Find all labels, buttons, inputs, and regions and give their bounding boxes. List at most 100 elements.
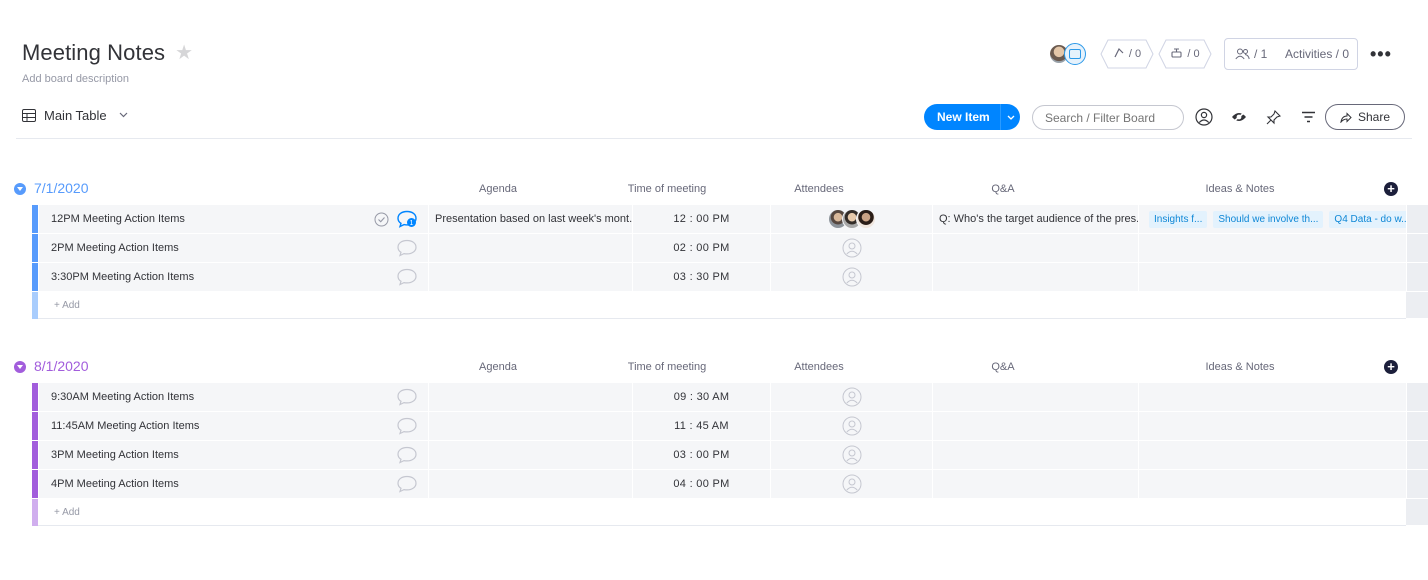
add-item-label[interactable]: + Add xyxy=(54,300,80,311)
column-header-qa[interactable]: Q&A xyxy=(900,361,1106,373)
new-item-button[interactable]: New Item xyxy=(924,104,1020,130)
search-input[interactable] xyxy=(1032,105,1184,130)
more-options-icon[interactable]: ••• xyxy=(1370,45,1392,63)
column-header-time[interactable]: Time of meeting xyxy=(598,361,736,373)
group-title[interactable]: 8/1/2020 xyxy=(34,358,89,374)
time-cell[interactable]: 03 : 00 PM xyxy=(632,441,770,469)
attendees-cell[interactable] xyxy=(770,383,932,411)
agenda-cell[interactable] xyxy=(428,412,632,440)
integrations-button[interactable]: / 0 xyxy=(1158,39,1212,69)
item-name[interactable]: 3:30PM Meeting Action Items xyxy=(38,263,428,291)
qa-cell[interactable] xyxy=(932,470,1138,498)
updates-bubble-icon[interactable] xyxy=(396,475,418,493)
table-row[interactable]: 4PM Meeting Action Items 04 : 00 PM xyxy=(32,470,1428,499)
item-name[interactable]: 12PM Meeting Action Items xyxy=(38,205,428,233)
eye-icon[interactable] xyxy=(1229,107,1249,127)
table-row[interactable]: 3PM Meeting Action Items 03 : 00 PM xyxy=(32,441,1428,470)
ideas-cell[interactable] xyxy=(1138,383,1406,411)
item-name[interactable]: 3PM Meeting Action Items xyxy=(38,441,428,469)
ideas-cell[interactable] xyxy=(1138,412,1406,440)
time-cell[interactable]: 12 : 00 PM xyxy=(632,205,770,233)
column-header-ideas[interactable]: Ideas & Notes xyxy=(1106,183,1374,195)
add-item-label[interactable]: + Add xyxy=(54,507,80,518)
qa-cell[interactable] xyxy=(932,383,1138,411)
add-column-icon[interactable]: + xyxy=(1384,360,1398,374)
updates-bubble-icon[interactable] xyxy=(396,239,418,257)
attendees-cell[interactable] xyxy=(770,234,932,262)
attendees-cell[interactable] xyxy=(770,412,932,440)
updates-bubble-icon[interactable] xyxy=(396,417,418,435)
item-name[interactable]: 4PM Meeting Action Items xyxy=(38,470,428,498)
qa-cell[interactable] xyxy=(932,234,1138,262)
item-name[interactable]: 11:45AM Meeting Action Items xyxy=(38,412,428,440)
share-button[interactable]: Share xyxy=(1325,104,1405,130)
table-row[interactable]: 11:45AM Meeting Action Items 11 : 45 AM xyxy=(32,412,1428,441)
board-members-avatars[interactable] xyxy=(1048,43,1092,67)
board-description[interactable]: Add board description xyxy=(22,73,129,85)
agenda-cell[interactable] xyxy=(428,383,632,411)
board-title[interactable]: Meeting Notes xyxy=(22,40,165,66)
ideas-cell[interactable] xyxy=(1138,263,1406,291)
collapse-group-icon[interactable] xyxy=(14,361,26,373)
tag-chip[interactable]: Should we involve th... xyxy=(1213,210,1324,228)
qa-cell[interactable]: Q: Who's the target audience of the pres… xyxy=(932,205,1138,233)
filter-icon[interactable] xyxy=(1298,107,1318,127)
activity-panel-button[interactable]: / 1 Activities / 0 xyxy=(1224,38,1358,70)
automations-button[interactable]: / 0 xyxy=(1100,39,1154,69)
qa-cell[interactable] xyxy=(932,263,1138,291)
attendees-cell[interactable] xyxy=(770,470,932,498)
members-counter[interactable]: / 1 xyxy=(1225,47,1283,61)
time-cell[interactable]: 11 : 45 AM xyxy=(632,412,770,440)
ideas-cell[interactable] xyxy=(1138,470,1406,498)
column-header-ideas[interactable]: Ideas & Notes xyxy=(1106,361,1374,373)
table-row[interactable]: 12PM Meeting Action Items 1 Presentation… xyxy=(32,205,1428,234)
table-row[interactable]: 9:30AM Meeting Action Items 09 : 30 AM xyxy=(32,383,1428,412)
agenda-cell[interactable]: Presentation based on last week's mont..… xyxy=(428,205,632,233)
invite-member-icon[interactable] xyxy=(1064,43,1086,65)
person-filter-icon[interactable] xyxy=(1194,107,1214,127)
group-title[interactable]: 7/1/2020 xyxy=(34,180,89,196)
ideas-cell[interactable]: Insights f... Should we involve th... Q4… xyxy=(1138,205,1406,233)
agenda-cell[interactable] xyxy=(428,470,632,498)
attendees-cell[interactable] xyxy=(770,263,932,291)
ideas-cell[interactable] xyxy=(1138,234,1406,262)
updates-bubble-icon[interactable] xyxy=(396,446,418,464)
column-header-agenda[interactable]: Agenda xyxy=(396,183,600,195)
qa-cell[interactable] xyxy=(932,412,1138,440)
collapse-group-icon[interactable] xyxy=(14,183,26,195)
updates-bubble-icon[interactable]: 1 xyxy=(396,210,418,228)
add-column-icon[interactable]: + xyxy=(1384,182,1398,196)
add-item-row[interactable]: + Add xyxy=(32,292,1428,319)
ideas-cell[interactable] xyxy=(1138,441,1406,469)
check-circle-icon[interactable] xyxy=(374,212,389,227)
agenda-cell[interactable] xyxy=(428,234,632,262)
column-header-attendees[interactable]: Attendees xyxy=(736,183,902,195)
chevron-down-icon[interactable] xyxy=(1001,112,1020,122)
tag-chip[interactable]: Q4 Data - do w... xyxy=(1329,210,1406,228)
favorite-star-icon[interactable]: ★ xyxy=(175,43,193,63)
tag-chip[interactable]: Insights f... xyxy=(1149,210,1208,228)
pin-icon[interactable] xyxy=(1263,107,1283,127)
time-cell[interactable]: 04 : 00 PM xyxy=(632,470,770,498)
time-cell[interactable]: 03 : 30 PM xyxy=(632,263,770,291)
time-cell[interactable]: 02 : 00 PM xyxy=(632,234,770,262)
view-selector[interactable]: Main Table xyxy=(22,108,128,123)
table-row[interactable]: 3:30PM Meeting Action Items 03 : 30 PM xyxy=(32,263,1428,292)
qa-cell[interactable] xyxy=(932,441,1138,469)
column-header-qa[interactable]: Q&A xyxy=(900,183,1106,195)
agenda-cell[interactable] xyxy=(428,263,632,291)
attendees-cell[interactable] xyxy=(770,441,932,469)
attendees-cell[interactable] xyxy=(770,205,932,233)
add-item-row[interactable]: + Add xyxy=(32,499,1428,526)
item-name[interactable]: 2PM Meeting Action Items xyxy=(38,234,428,262)
agenda-cell[interactable] xyxy=(428,441,632,469)
new-item-label[interactable]: New Item xyxy=(924,110,1000,124)
table-row[interactable]: 2PM Meeting Action Items 02 : 00 PM xyxy=(32,234,1428,263)
column-header-attendees[interactable]: Attendees xyxy=(736,361,902,373)
item-name[interactable]: 9:30AM Meeting Action Items xyxy=(38,383,428,411)
updates-bubble-icon[interactable] xyxy=(396,388,418,406)
updates-bubble-icon[interactable] xyxy=(396,268,418,286)
column-header-agenda[interactable]: Agenda xyxy=(396,361,600,373)
column-header-time[interactable]: Time of meeting xyxy=(598,183,736,195)
time-cell[interactable]: 09 : 30 AM xyxy=(632,383,770,411)
